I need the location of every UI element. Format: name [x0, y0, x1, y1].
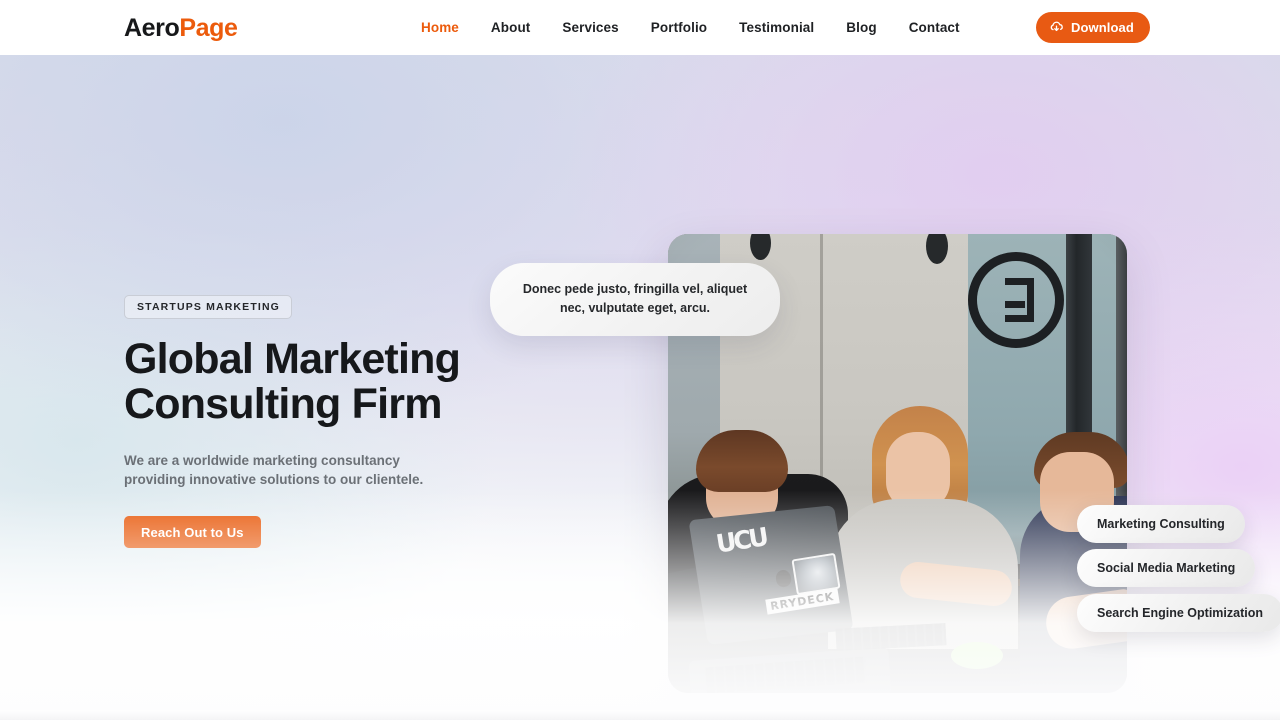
nav-item-contact[interactable]: Contact — [893, 19, 976, 37]
main-navigation: Home About Services Portfolio Testimonia… — [405, 19, 976, 37]
service-pill-search-engine-optimization[interactable]: Search Engine Optimization — [1077, 594, 1280, 632]
quote-bubble: Donec pede justo, fringilla vel, aliquet… — [490, 263, 780, 336]
cloud-download-icon — [1049, 19, 1064, 37]
hero-subtitle: We are a worldwide marketing consultancy… — [124, 453, 424, 487]
service-pill-marketing-consulting[interactable]: Marketing Consulting — [1077, 505, 1245, 543]
logo-text-accent: Page — [179, 14, 238, 42]
nav-item-blog[interactable]: Blog — [830, 19, 892, 37]
page-title-line-1: Global Marketing — [124, 335, 461, 383]
hero-section: STARTUPS MARKETING Global Marketing Cons… — [0, 55, 1280, 720]
download-button-label: Download — [1071, 19, 1134, 35]
site-header: AeroPage Home About Services Portfolio T… — [0, 0, 1280, 55]
logo-text-primary: Aero — [124, 14, 180, 42]
nav-item-about[interactable]: About — [475, 19, 546, 37]
page-title: Global Marketing Consulting Firm — [124, 337, 554, 427]
service-pill-social-media-marketing[interactable]: Social Media Marketing — [1077, 549, 1256, 587]
hero-bottom-edge — [0, 710, 1280, 720]
hero-eyebrow-badge: STARTUPS MARKETING — [124, 295, 293, 319]
nav-item-services[interactable]: Services — [546, 19, 634, 37]
nav-item-testimonial[interactable]: Testimonial — [723, 19, 830, 37]
nav-item-portfolio[interactable]: Portfolio — [635, 19, 723, 37]
download-button[interactable]: Download — [1036, 12, 1150, 43]
page-title-line-2: Consulting Firm — [124, 380, 442, 428]
site-logo[interactable]: AeroPage — [124, 13, 238, 43]
nav-item-home[interactable]: Home — [405, 19, 475, 37]
